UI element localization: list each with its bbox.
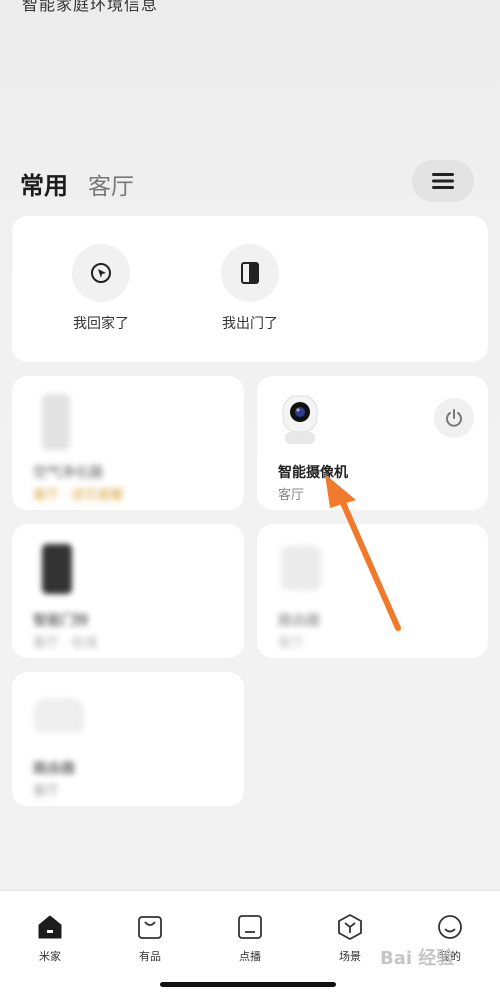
- nav-mijia[interactable]: 米家: [20, 913, 80, 964]
- nav-label: 米家: [39, 950, 61, 963]
- menu-button[interactable]: [412, 160, 474, 202]
- scene-go-out-label: 我出门了: [222, 316, 278, 332]
- scene-come-home[interactable]: 我回家了: [51, 244, 151, 333]
- tv-icon: [238, 915, 262, 939]
- door-icon: [241, 262, 259, 284]
- device-room: 客厅 · 在线: [33, 636, 98, 651]
- scene-go-out[interactable]: 我出门了: [200, 244, 300, 333]
- tab-living-room[interactable]: 客厅: [88, 167, 134, 201]
- home-indicator: [160, 982, 336, 987]
- scene-box-icon: [338, 913, 362, 941]
- device-card-air-purifier[interactable]: 空气净化器 客厅 · 滤芯提醒: [12, 376, 244, 510]
- nav-youpin[interactable]: 有品: [120, 913, 180, 964]
- router-image: [281, 546, 321, 590]
- device-card-router-2[interactable]: 路由器 客厅: [12, 672, 244, 806]
- device-name: 智能摄像机: [278, 465, 348, 481]
- scene-come-home-label: 我回家了: [73, 316, 129, 332]
- bottom-navigation: 米家 有品 点播 场景 我的: [0, 890, 500, 996]
- device-card-doorbell[interactable]: 智能门铃 客厅 · 在线: [12, 524, 244, 658]
- tab-favorites[interactable]: 常用: [20, 166, 68, 201]
- home-environment-text: 智能家庭环境信息: [22, 0, 159, 14]
- device-room: 客厅: [33, 784, 60, 799]
- device-card-smart-camera[interactable]: 智能摄像机 客厅: [257, 376, 488, 510]
- power-button[interactable]: [434, 398, 474, 438]
- hamburger-icon: [432, 173, 454, 189]
- router-image: [34, 698, 84, 732]
- scene-shortcuts-card: 我回家了 我出门了: [12, 216, 488, 362]
- camera-device-image: [282, 395, 318, 444]
- device-name: 路由器: [278, 613, 320, 629]
- device-room: 客厅: [278, 488, 305, 503]
- scene-come-home-circle: [72, 244, 130, 302]
- room-tabs: 常用 客厅: [20, 166, 134, 201]
- device-name: 智能门铃: [33, 613, 89, 629]
- device-card-router-1[interactable]: 路由器 客厅: [257, 524, 488, 658]
- shopping-bag-icon: [138, 916, 162, 939]
- nav-label: 场景: [339, 950, 361, 963]
- device-name: 路由器: [33, 761, 75, 777]
- power-icon: [446, 409, 462, 427]
- profile-smile-icon: [438, 915, 462, 939]
- device-room: 客厅 · 滤芯提醒: [33, 488, 124, 503]
- nav-dianbo[interactable]: 点播: [220, 913, 280, 964]
- nav-label: 有品: [139, 950, 161, 963]
- device-room: 客厅: [278, 636, 305, 651]
- arrive-home-icon: [91, 263, 111, 283]
- scene-go-out-circle: [221, 244, 279, 302]
- doorbell-image: [42, 544, 72, 594]
- air-purifier-image: [42, 394, 70, 450]
- home-icon: [38, 915, 62, 939]
- baidu-watermark: Bai 经验: [380, 948, 455, 969]
- nav-label: 点播: [239, 950, 261, 963]
- device-name: 空气净化器: [33, 465, 103, 481]
- nav-changjing[interactable]: 场景: [320, 913, 380, 964]
